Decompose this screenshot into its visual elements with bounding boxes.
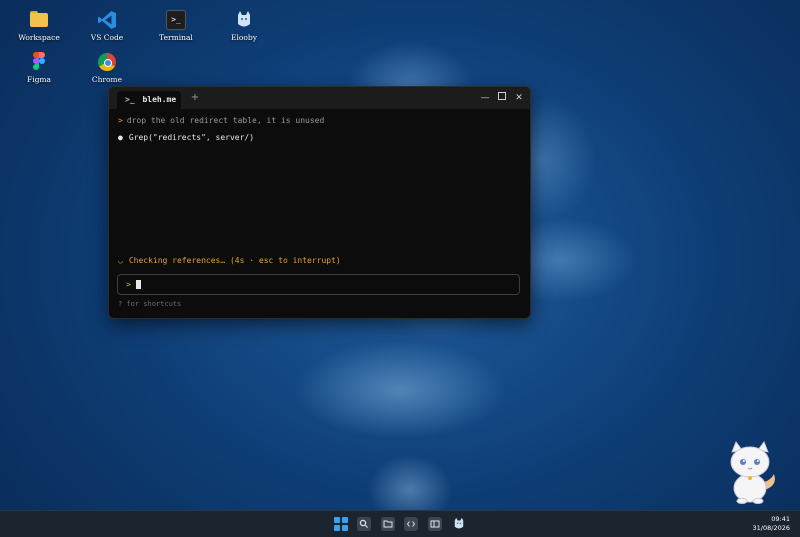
desktop-icon-terminal[interactable]: >_ Terminal (146, 10, 206, 42)
start-button[interactable] (334, 517, 348, 531)
taskbar-code-button[interactable] (404, 517, 418, 531)
desktop-icon-vscode[interactable]: VS Code (77, 10, 137, 42)
cat-mascot (730, 440, 775, 504)
spinner-icon: ◡ (118, 256, 123, 265)
figma-icon (29, 52, 49, 72)
desktop-icon-label: Chrome (91, 75, 123, 84)
taskbar-elooby-button[interactable] (452, 517, 466, 531)
desktop-icon-elooby[interactable]: Elooby (214, 10, 274, 42)
taskbar: 09:41 31/08/2026 (0, 510, 800, 537)
folder-icon (29, 10, 49, 30)
panel-icon (430, 520, 440, 528)
maximize-button[interactable] (496, 92, 508, 104)
vscode-icon (97, 10, 117, 30)
taskbar-search-button[interactable] (357, 517, 371, 531)
elooby-icon (234, 10, 254, 30)
tab-title: bleh.me (142, 95, 177, 104)
desktop-icon-chrome[interactable]: Chrome (77, 52, 137, 84)
terminal-icon: >_ (125, 95, 135, 104)
desktop-icon-label: Terminal (159, 33, 193, 42)
shortcuts-hint: ? for shortcuts (118, 300, 182, 308)
desktop-icon-label: VS Code (90, 33, 124, 42)
system-clock[interactable]: 09:41 31/08/2026 (753, 515, 790, 533)
tab-bleh-me[interactable]: >_ bleh.me (117, 91, 181, 109)
prompt-input[interactable]: > (117, 274, 520, 295)
minimize-button[interactable]: — (479, 92, 491, 104)
clock-date: 31/08/2026 (752, 524, 790, 532)
desktop-icon-label: Elooby (231, 33, 257, 42)
taskbar-files-button[interactable] (381, 517, 395, 531)
desktop-icon-label: Workspace (18, 33, 60, 42)
search-icon (359, 519, 368, 528)
text-cursor (136, 280, 141, 289)
taskbar-panel-button[interactable] (428, 517, 442, 531)
window-titlebar[interactable]: >_ bleh.me + — ✕ (109, 87, 530, 109)
folder-icon (383, 520, 393, 528)
close-button[interactable]: ✕ (513, 92, 525, 104)
chrome-icon (97, 52, 117, 72)
input-caret: > (126, 280, 131, 289)
elooby-icon (454, 517, 464, 529)
desktop-icon-label: Figma (27, 75, 51, 84)
desktop-icon-figma[interactable]: Figma (9, 52, 69, 84)
desktop-icon-workspace[interactable]: Workspace (9, 10, 69, 42)
terminal-window[interactable]: >_ bleh.me + — ✕ > drop the old redirect … (108, 86, 531, 319)
tool-call: Grep("redirects", server/) (128, 133, 255, 142)
user-message: drop the old redirect table, it is unuse… (126, 116, 325, 125)
code-icon (406, 521, 416, 527)
user-message-line: > drop the old redirect table, it is unus… (118, 116, 324, 125)
status-text: Checking references… (4s · esc to interr… (128, 256, 341, 265)
terminal-icon: >_ (166, 10, 186, 30)
clock-time: 09:41 (771, 515, 790, 523)
status-line: ◡ Checking references… (4s · esc to inter… (118, 256, 341, 265)
new-tab-button[interactable]: + (189, 91, 201, 105)
tool-call-line: ● Grep("redirects", server/) (118, 133, 254, 142)
maximize-icon (498, 92, 506, 100)
bullet-icon: ● (118, 133, 123, 142)
terminal-body: > drop the old redirect table, it is unus… (109, 109, 530, 318)
prompt-caret: > (118, 116, 123, 125)
